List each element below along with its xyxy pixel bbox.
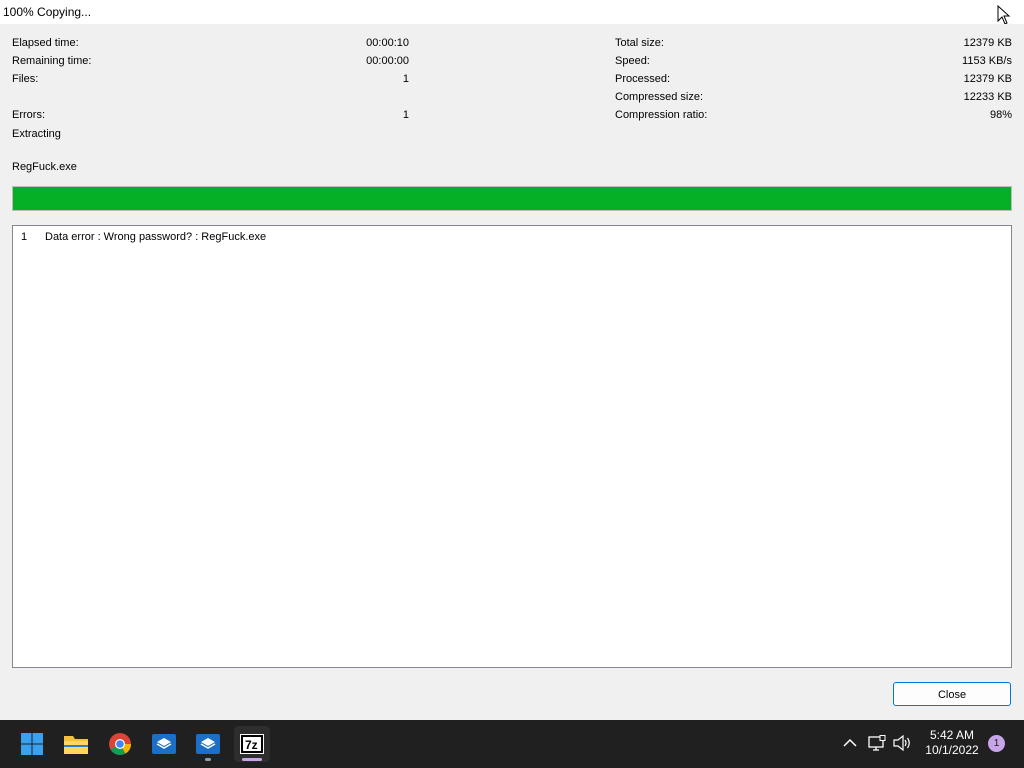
files-value: 1 xyxy=(402,73,409,85)
processed-label: Processed: xyxy=(615,73,671,85)
taskbar-7zip[interactable]: 7z xyxy=(234,726,270,762)
error-number: 1 xyxy=(21,231,28,243)
taskbar-file-explorer[interactable] xyxy=(58,726,94,762)
start-button[interactable] xyxy=(14,726,50,762)
taskbar-package-installer-2[interactable] xyxy=(190,726,226,762)
running-indicator xyxy=(205,758,211,761)
files-label: Files: xyxy=(12,73,39,85)
processed-value: 12379 KB xyxy=(963,73,1012,85)
progress-bar xyxy=(12,186,1012,211)
elapsed-time-label: Elapsed time: xyxy=(12,37,79,49)
current-file-name: RegFuck.exe xyxy=(12,161,77,173)
error-list[interactable]: 1 Data error : Wrong password? : RegFuck… xyxy=(12,225,1012,668)
clock-time: 5:42 AM xyxy=(929,728,975,742)
elapsed-time-value: 00:00:10 xyxy=(366,37,409,49)
chevron-up-icon[interactable] xyxy=(843,738,857,748)
close-button[interactable]: Close xyxy=(893,682,1011,706)
taskbar-chrome[interactable] xyxy=(102,726,138,762)
taskbar-package-installer[interactable] xyxy=(146,726,182,762)
network-icon[interactable] xyxy=(868,735,886,751)
package-installer-icon xyxy=(152,734,176,754)
notification-badge[interactable]: 1 xyxy=(988,735,1005,752)
taskbar: 7z 5:42 AM 10/1/2022 1 xyxy=(0,720,1024,768)
progress-bar-fill xyxy=(13,187,1011,210)
7zip-icon: 7z xyxy=(240,734,264,754)
compression-ratio-value: 98% xyxy=(989,109,1012,121)
error-message: Data error : Wrong password? : RegFuck.e… xyxy=(45,231,267,243)
active-indicator xyxy=(242,758,262,761)
windows-start-icon xyxy=(21,733,43,755)
compressed-size-value: 12233 KB xyxy=(963,91,1012,103)
errors-label: Errors: xyxy=(12,109,45,121)
remaining-time-value: 00:00:00 xyxy=(366,55,409,67)
svg-text:7z: 7z xyxy=(245,738,258,752)
total-size-label: Total size: xyxy=(615,37,664,49)
clock-date: 10/1/2022 xyxy=(925,743,979,757)
total-size-value: 12379 KB xyxy=(963,37,1012,49)
operation-status: Extracting xyxy=(12,128,61,140)
taskbar-clock[interactable]: 5:42 AM 10/1/2022 xyxy=(918,728,986,758)
window-title: 100% Copying... xyxy=(3,5,92,19)
chrome-icon xyxy=(109,733,131,755)
speed-label: Speed: xyxy=(615,55,650,67)
window-titlebar: 100% Copying... xyxy=(0,0,1024,24)
errors-value: 1 xyxy=(402,109,409,121)
progress-dialog: Elapsed time: 00:00:10 Remaining time: 0… xyxy=(0,24,1024,720)
package-installer-icon-2 xyxy=(196,734,220,754)
speed-value: 1153 KB/s xyxy=(962,55,1012,67)
file-explorer-icon xyxy=(64,736,88,754)
compression-ratio-label: Compression ratio: xyxy=(615,109,708,121)
volume-icon[interactable] xyxy=(893,735,911,751)
compressed-size-label: Compressed size: xyxy=(615,91,704,103)
mouse-cursor-icon xyxy=(997,5,1011,25)
remaining-time-label: Remaining time: xyxy=(12,55,92,67)
